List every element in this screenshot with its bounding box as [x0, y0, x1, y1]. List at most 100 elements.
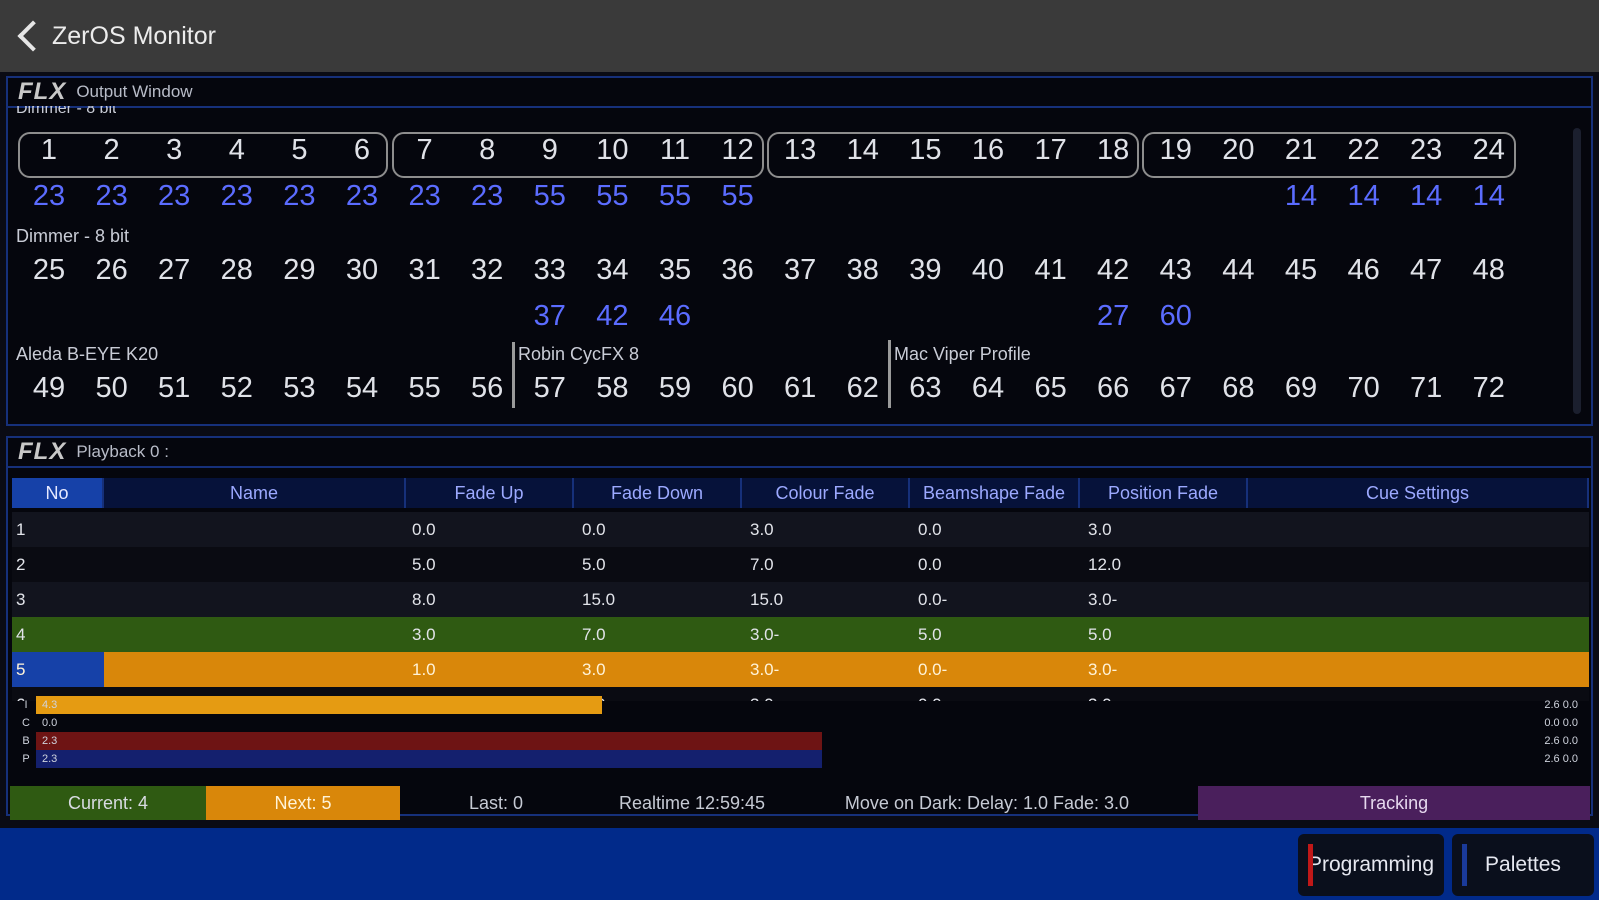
- channel-level: 46: [658, 300, 692, 332]
- cue-cell-beam: 0.0-: [918, 590, 948, 609]
- next-cue-status: Next: 5: [206, 786, 400, 820]
- channel-number: 16: [971, 134, 1005, 166]
- cue-cell-settings: [1256, 512, 1589, 547]
- channel-level: 23: [345, 180, 379, 212]
- channel-number: 56: [471, 372, 504, 404]
- channel-number: 42: [1097, 254, 1130, 286]
- channel-level: 37: [533, 300, 566, 332]
- channel-number: 67: [1159, 372, 1192, 404]
- channel-level: 14: [1284, 180, 1318, 212]
- back-chevron-icon[interactable]: [17, 20, 49, 52]
- channel-number: 28: [220, 254, 253, 286]
- channel-number: 64: [971, 372, 1005, 404]
- channel-level: 14: [1472, 180, 1505, 212]
- channel-number: 47: [1410, 254, 1443, 286]
- channel-number: 69: [1284, 372, 1318, 404]
- column-header[interactable]: Fade Up: [406, 478, 574, 508]
- channel-number: 38: [846, 254, 879, 286]
- channel-number: 40: [971, 254, 1005, 286]
- cue-row[interactable]: 1 0.0 0.0 3.0 0.0 3.0: [12, 512, 1589, 547]
- channel-number: 1: [40, 134, 58, 166]
- channel-level: 14: [1347, 180, 1380, 212]
- channel-number: 49: [32, 372, 66, 404]
- flx-logo: FLX: [18, 438, 67, 465]
- palettes-button[interactable]: Palettes: [1452, 834, 1594, 896]
- channel-number: 26: [95, 254, 128, 286]
- channel-number: 29: [283, 254, 316, 286]
- realtime-clock: Realtime 12:59:45: [618, 793, 766, 813]
- channel-level: 55: [721, 180, 754, 212]
- column-header[interactable]: Beamshape Fade: [910, 478, 1080, 508]
- dimmer-section-label: Dimmer - 8 bit: [16, 226, 130, 246]
- channel-level: 27: [1097, 300, 1130, 332]
- column-header[interactable]: No: [12, 478, 104, 508]
- channel-number: 43: [1159, 254, 1192, 286]
- column-header[interactable]: Name: [104, 478, 406, 508]
- fade-type-letter: C: [22, 717, 30, 729]
- channel-level: 23: [220, 180, 253, 212]
- channel-number: 52: [220, 372, 253, 404]
- cue-cell-no: 3: [16, 590, 26, 609]
- channel-number: 68: [1222, 372, 1255, 404]
- channel-level: 55: [533, 180, 566, 212]
- programming-button[interactable]: Programming: [1298, 834, 1444, 896]
- fade-progress-row: C 0.0 0.0 0.0: [18, 714, 1588, 732]
- cue-cell-colour: 3.0: [750, 520, 774, 539]
- cue-cell-fade-up: 3.0: [412, 625, 436, 644]
- channel-number: 17: [1034, 134, 1067, 166]
- cue-cell-no: 4: [16, 625, 26, 644]
- cut-section-label: Dimmer - 8 bit: [16, 106, 117, 117]
- status-bar: Current: 4 Next: 5 Last: 0 Realtime 12:5…: [10, 786, 1590, 820]
- fade-progress-bars: I 4.3 2.6 0.0 C 0.0 0.0 0.0 B 2.3 2.6 0.0 P 2.3 2.6…: [18, 696, 1588, 770]
- channel-number: 62: [846, 372, 879, 404]
- cue-row[interactable]: 2 5.0 5.0 7.0 0.0 12.0: [12, 547, 1589, 582]
- channel-number: 63: [909, 372, 942, 404]
- channel-number: 20: [1222, 134, 1255, 166]
- channel-level: 60: [1159, 300, 1192, 332]
- channel-number: 60: [721, 372, 754, 404]
- cue-cell-beam: 0.0-: [918, 660, 948, 679]
- channel-number: 14: [846, 134, 879, 166]
- output-scrollbar[interactable]: [1573, 128, 1581, 414]
- column-header[interactable]: Fade Down: [574, 478, 742, 508]
- level-row-2: 37 42 46 27 60: [14, 300, 1544, 342]
- cue-row[interactable]: 4 3.0 7.0 3.0- 5.0 5.0: [12, 617, 1589, 652]
- channel-number: 46: [1347, 254, 1380, 286]
- cue-cell-colour: 3.0-: [750, 625, 780, 644]
- current-cue-status: Current: 4: [10, 786, 206, 820]
- channel-level: 55: [658, 180, 692, 212]
- move-on-dark-status: Move on Dark: Delay: 1.0 Fade: 3.0: [844, 793, 1130, 813]
- channel-number: 48: [1472, 254, 1505, 286]
- channel-number: 12: [721, 134, 754, 166]
- palettes-indicator: [1462, 844, 1467, 886]
- channel-number: 71: [1410, 372, 1443, 404]
- column-header[interactable]: Colour Fade: [742, 478, 910, 508]
- channel-number: 41: [1034, 254, 1067, 286]
- channel-number: 36: [721, 254, 754, 286]
- cue-cell-colour: 15.0: [750, 590, 784, 609]
- channel-number: 45: [1284, 254, 1318, 286]
- channel-level: 23: [471, 180, 504, 212]
- channel-number: 25: [32, 254, 66, 286]
- fade-progress-value: 2.3: [42, 735, 58, 747]
- cue-cell-beam: 0.0: [918, 555, 942, 574]
- channel-number: 44: [1222, 254, 1255, 286]
- channel-number: 34: [596, 254, 629, 286]
- cue-cell-fade-up: 5.0: [412, 555, 436, 574]
- cue-cell-fade-up: 1.0: [412, 660, 436, 679]
- channel-number: 58: [596, 372, 629, 404]
- cue-row[interactable]: 3 8.0 15.0 15.0 0.0- 3.0-: [12, 582, 1589, 617]
- channel-level: 23: [32, 180, 66, 212]
- column-header[interactable]: Cue Settings: [1248, 478, 1589, 508]
- fixture-label-aleda: Aleda B-EYE K20: [16, 344, 159, 364]
- cue-row[interactable]: 5 1.0 3.0 3.0- 0.0- 3.0-: [12, 652, 1589, 687]
- playback-header: FLX Playback 0 :: [8, 438, 1591, 468]
- channel-number: 8: [479, 134, 496, 166]
- channel-level: 14: [1410, 180, 1443, 212]
- cue-cell-fade-up: 8.0: [412, 590, 436, 609]
- channel-level: 23: [95, 180, 128, 212]
- column-header[interactable]: Position Fade: [1080, 478, 1248, 508]
- channel-number: 2: [103, 134, 120, 166]
- channel-number: 21: [1284, 134, 1318, 166]
- channel-number: 50: [95, 372, 128, 404]
